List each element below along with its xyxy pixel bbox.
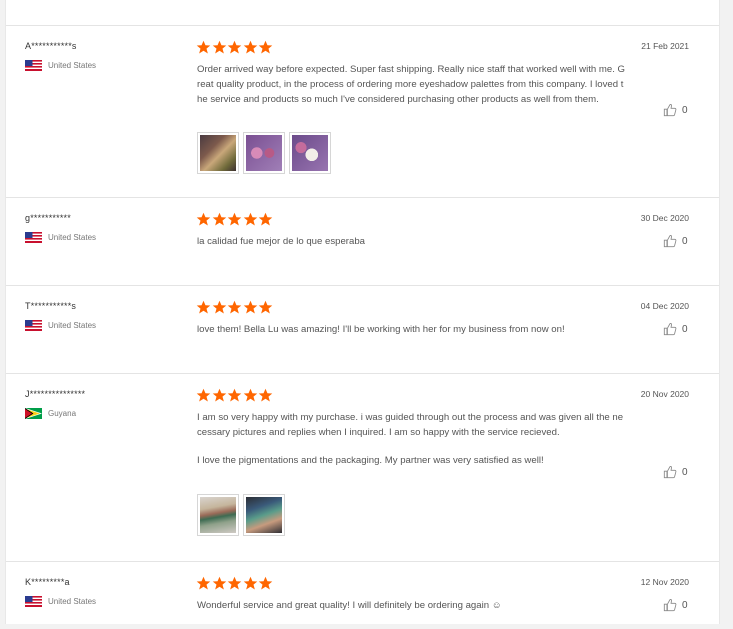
review-date: 04 Dec 2020	[640, 301, 689, 311]
rating-stars	[196, 212, 274, 227]
review-text: I am so very happy with my purchase. i w…	[197, 410, 627, 468]
rating-stars	[196, 388, 274, 403]
star-icon	[212, 388, 226, 402]
star-icon	[196, 576, 211, 590]
like-count: 0	[682, 235, 688, 247]
star-icon	[227, 40, 242, 54]
reviewer-name: T***********s	[25, 301, 77, 311]
star-icon	[243, 388, 257, 402]
reviewer-country: United States	[25, 595, 96, 607]
us-flag-icon	[25, 595, 42, 607]
like-button[interactable]: 0	[663, 322, 688, 336]
review-text: Order arrived way before expected. Super…	[197, 62, 627, 107]
review-photo-purple-palette[interactable]	[289, 132, 331, 174]
thumbs-up-icon	[663, 323, 677, 336]
like-button[interactable]: 0	[663, 465, 688, 479]
thumbs-up-icon	[663, 599, 677, 612]
review-photos	[197, 494, 289, 536]
star-icon	[243, 300, 257, 314]
review-text: la calidad fue mejor de lo que esperaba	[197, 234, 627, 249]
review-paragraph: I am so very happy with my purchase. i w…	[197, 412, 624, 438]
reviewer-name: K*********a	[25, 577, 70, 587]
star-icon	[258, 388, 273, 402]
reviewer-country: Guyana	[25, 407, 76, 419]
review-date: 12 Nov 2020	[640, 577, 689, 587]
review-paragraph: la calidad fue mejor de lo que esperaba	[197, 236, 366, 247]
review-item: A***********s United States Order arrive…	[6, 25, 719, 198]
review-date: 21 Feb 2021	[641, 41, 689, 51]
star-icon	[227, 388, 242, 402]
reviewer-name: J***************	[25, 389, 86, 399]
star-icon	[243, 576, 257, 590]
us-flag-icon	[25, 231, 42, 243]
star-icon	[258, 300, 273, 314]
review-paragraph: I love the pigmentations and the packagi…	[197, 455, 544, 466]
rating-stars	[196, 300, 274, 315]
like-button[interactable]: 0	[663, 234, 688, 248]
review-paragraph: Wonderful service and great quality! I w…	[197, 600, 502, 611]
review-text: love them! Bella Lu was amazing! I'll be…	[197, 322, 627, 337]
rating-stars	[196, 576, 274, 591]
review-photo-eyeshadow-palette[interactable]	[197, 132, 239, 174]
review-date: 30 Dec 2020	[640, 213, 689, 223]
review-photo-color-swatches[interactable]	[243, 494, 285, 536]
like-count: 0	[682, 323, 688, 335]
reviewer-country: United States	[25, 231, 96, 243]
star-icon	[196, 40, 211, 54]
review-text: Wonderful service and great quality! I w…	[197, 598, 627, 613]
review-photo-pink-palette[interactable]	[243, 132, 285, 174]
star-icon	[212, 576, 226, 590]
reviewer-country: United States	[25, 59, 96, 71]
us-flag-icon	[25, 59, 42, 71]
star-icon	[227, 576, 242, 590]
like-button[interactable]: 0	[663, 598, 688, 612]
review-paragraph: love them! Bella Lu was amazing! I'll be…	[197, 324, 565, 335]
thumbs-up-icon	[663, 235, 677, 248]
thumbs-up-icon	[663, 104, 677, 117]
us-flag-icon	[25, 319, 42, 331]
review-photo-arm-swatches[interactable]	[197, 494, 239, 536]
country-name: United States	[48, 232, 97, 242]
rating-stars	[196, 40, 274, 55]
star-icon	[227, 212, 242, 226]
star-icon	[258, 40, 273, 54]
star-icon	[212, 212, 226, 226]
review-photos	[197, 132, 335, 174]
star-icon	[227, 300, 242, 314]
country-name: United States	[48, 596, 97, 606]
review-date: 20 Nov 2020	[640, 389, 689, 399]
country-name: United States	[48, 320, 97, 330]
star-icon	[196, 388, 211, 402]
star-icon	[196, 212, 211, 226]
guyana-flag-icon	[25, 407, 42, 419]
review-item: T***********s United States love them! B…	[6, 285, 719, 374]
star-icon	[243, 40, 257, 54]
star-icon	[243, 212, 257, 226]
thumbs-up-icon	[663, 466, 677, 479]
review-item: J*************** Guyana I am so very hap…	[6, 373, 719, 562]
star-icon	[212, 40, 226, 54]
reviewer-name: g***********	[25, 213, 71, 223]
like-count: 0	[682, 599, 688, 611]
reviews-panel: A***********s United States Order arrive…	[5, 0, 720, 624]
star-icon	[196, 300, 211, 314]
review-item: g*********** United States la calidad fu…	[6, 197, 719, 286]
country-name: United States	[48, 60, 97, 70]
reviewer-country: United States	[25, 319, 96, 331]
country-name: Guyana	[48, 408, 77, 418]
star-icon	[212, 300, 226, 314]
star-icon	[258, 576, 273, 590]
like-count: 0	[682, 104, 688, 116]
star-icon	[258, 212, 273, 226]
like-button[interactable]: 0	[663, 103, 688, 117]
review-paragraph: Order arrived way before expected. Super…	[197, 64, 626, 105]
like-count: 0	[682, 466, 688, 478]
review-item: K*********a United States Wonderful serv…	[6, 561, 719, 624]
reviewer-name: A***********s	[25, 41, 77, 51]
